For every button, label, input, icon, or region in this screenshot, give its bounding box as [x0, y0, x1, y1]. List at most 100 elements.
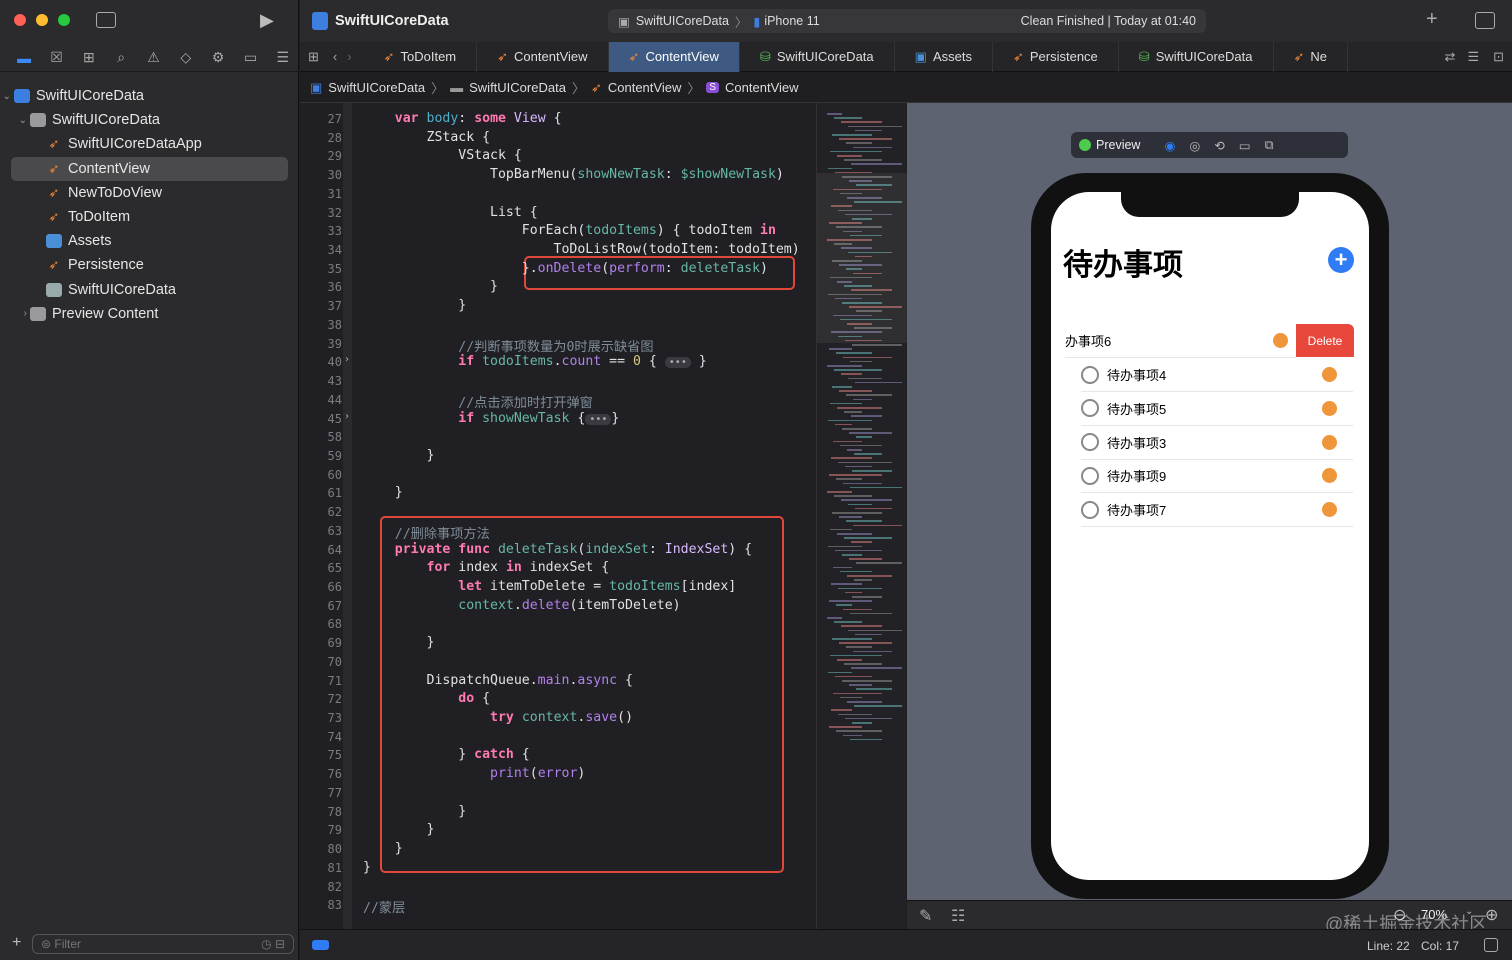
filter-placeholder: Filter — [54, 937, 82, 951]
live-preview-icon[interactable]: ◉ — [1164, 138, 1175, 153]
forward-icon[interactable]: › — [343, 49, 363, 64]
checkbox-circle-icon[interactable] — [1081, 399, 1099, 418]
list-item[interactable]: 待办事项7 — [1081, 493, 1353, 528]
line-number: 62 — [327, 505, 342, 520]
breadcrumb-item[interactable]: SwiftUICoreData — [469, 80, 566, 95]
minimap-line — [830, 150, 882, 153]
zoom-window-button[interactable] — [58, 14, 70, 26]
split-editor-icon[interactable]: ⊡ — [1485, 49, 1512, 65]
sidebar-item[interactable]: ⌄ SwiftUICoreData — [0, 108, 299, 132]
checkbox-circle-icon[interactable] — [1081, 365, 1099, 384]
code-token: } — [690, 354, 707, 370]
tab-persistence[interactable]: ➶ Persistence — [993, 41, 1119, 72]
line-number: 34 — [327, 243, 342, 258]
project-navigator-icon[interactable]: ▬ — [8, 50, 40, 66]
sidebar-item[interactable]: ➶ ToDoItem — [0, 205, 299, 229]
line-number: 37 — [327, 299, 342, 314]
sidebar-item[interactable]: › Preview Content — [0, 302, 299, 326]
checkbox-circle-icon[interactable] — [1081, 500, 1099, 519]
sidebar-item[interactable]: SwiftUICoreData — [0, 278, 299, 302]
sidebar-item[interactable]: ➶ Persistence — [0, 253, 299, 277]
fold-ribbon-icon[interactable]: › — [344, 354, 350, 365]
test-navigator-icon[interactable]: ◇ — [170, 49, 202, 66]
tab-contentview[interactable]: ➶ ContentView — [608, 41, 740, 72]
breadcrumb-item[interactable]: SwiftUICoreData — [328, 80, 425, 95]
toggle-sidebar-icon[interactable] — [96, 12, 116, 28]
breakpoints-toggle-icon[interactable] — [312, 940, 329, 950]
tab-swiftuicoredata[interactable]: ⛁ SwiftUICoreData — [740, 41, 895, 72]
filter-input[interactable]: ⊜ Filter ◷ ⊟ — [32, 934, 294, 954]
toggle-inspector-icon[interactable] — [1475, 12, 1495, 29]
sidebar-item[interactable]: ➶ SwiftUICoreDataApp — [0, 132, 299, 156]
breadcrumb-item[interactable]: ContentView — [725, 80, 798, 95]
list-item[interactable]: 待办事项5 — [1081, 392, 1353, 426]
back-icon[interactable]: ‹ — [327, 49, 343, 64]
grid-icon[interactable]: ⊞ — [300, 49, 327, 65]
breakpoint-navigator-icon[interactable]: ▭ — [234, 49, 266, 66]
add-library-icon[interactable]: + — [1426, 8, 1438, 31]
minimap-line — [838, 461, 892, 464]
folded-code-button[interactable]: ••• — [585, 413, 612, 425]
debug-navigator-icon[interactable]: ⚙ — [202, 49, 234, 66]
breadcrumb-item[interactable]: ContentView — [608, 80, 681, 95]
rotate-icon[interactable]: ⟲ — [1214, 138, 1224, 153]
checkbox-circle-icon[interactable] — [1081, 466, 1099, 485]
preview-status[interactable]: Preview — [1079, 138, 1140, 152]
chevron-down-icon[interactable]: ⌄ — [0, 115, 30, 126]
tab-ne[interactable]: ➶ Ne — [1274, 41, 1349, 72]
close-window-button[interactable] — [14, 14, 26, 26]
source-control-icon[interactable]: ☒ — [40, 49, 72, 66]
pin-icon[interactable]: ✎ — [919, 906, 932, 926]
tab-contentview[interactable]: ➶ ContentView — [477, 41, 609, 72]
line-number: 33 — [327, 224, 342, 239]
folded-code-button[interactable]: ••• — [664, 357, 691, 369]
device-settings-icon[interactable]: ▭ — [1239, 138, 1251, 153]
minimap-viewport[interactable] — [817, 173, 907, 343]
issue-navigator-icon[interactable]: ⚠ — [137, 49, 169, 66]
list-item[interactable]: 待办事项9 — [1081, 459, 1353, 494]
sidebar-item[interactable]: Assets — [0, 229, 299, 253]
run-button-icon[interactable]: ▶ — [260, 10, 274, 31]
minimap-line — [837, 407, 882, 409]
sidebar-item[interactable]: ➶ ContentView — [11, 156, 288, 181]
tab-swiftuicoredata[interactable]: ⛁ SwiftUICoreData — [1119, 41, 1274, 72]
swap-icon[interactable]: ⇄ — [1439, 49, 1462, 65]
line-number: 44 — [327, 392, 342, 407]
minimap-line — [829, 726, 862, 728]
find-navigator-icon[interactable]: ⌕ — [105, 49, 137, 66]
list-item[interactable]: 待办事项4 — [1081, 358, 1353, 392]
line-number: 58 — [327, 430, 342, 445]
minimap-line — [828, 545, 862, 548]
minimap[interactable] — [816, 103, 907, 929]
chevron-right-icon[interactable]: › — [0, 308, 30, 319]
scheme-icon: ▣ — [618, 14, 630, 29]
code-editor[interactable]: 27 var body: some View {28 ZStack {29 VS… — [300, 103, 816, 929]
add-task-button[interactable]: + — [1328, 247, 1354, 273]
device-selector[interactable]: iPhone 11 — [764, 14, 819, 28]
tab-assets[interactable]: ▣ Assets — [895, 41, 993, 72]
report-navigator-icon[interactable]: ☰ — [267, 49, 299, 66]
scheme-selector[interactable]: SwiftUICoreData — [636, 14, 729, 28]
variants-icon[interactable]: ☷ — [951, 906, 965, 926]
chevron-down-icon[interactable]: ⌄ — [0, 91, 14, 102]
fold-ribbon-icon[interactable]: › — [344, 411, 350, 422]
duplicate-preview-icon[interactable]: ⧉ — [1265, 138, 1274, 153]
editor-options-icon[interactable]: ☰ — [1461, 49, 1485, 65]
tab-label: SwiftUICoreData — [1155, 49, 1253, 64]
minimize-window-button[interactable] — [36, 14, 48, 26]
add-icon[interactable]: + — [12, 934, 21, 952]
sidebar-item[interactable]: ⌄ SwiftUICoreData — [0, 84, 299, 108]
preview-toolbar: Preview ◉ ◎ ⟲ ▭ ⧉ — [1071, 132, 1348, 158]
delete-button[interactable]: Delete — [1296, 324, 1354, 357]
swift-file-icon: ➶ — [1012, 48, 1024, 64]
checkbox-circle-icon[interactable] — [1081, 433, 1099, 452]
list-item[interactable]: 待办事项3 — [1081, 426, 1353, 460]
tab-todoitem[interactable]: ➶ ToDoItem — [364, 41, 478, 72]
sidebar-item[interactable]: ➶ NewToDoView — [0, 181, 299, 205]
symbol-navigator-icon[interactable]: ⊞ — [73, 49, 105, 66]
list-item-swiped[interactable]: 办事项6 — [1065, 324, 1296, 358]
debug-area-toggle-icon[interactable] — [1484, 938, 1498, 952]
filter-options-icon[interactable]: ◷ ⊟ — [261, 937, 285, 951]
inspect-icon[interactable]: ◎ — [1189, 138, 1200, 153]
